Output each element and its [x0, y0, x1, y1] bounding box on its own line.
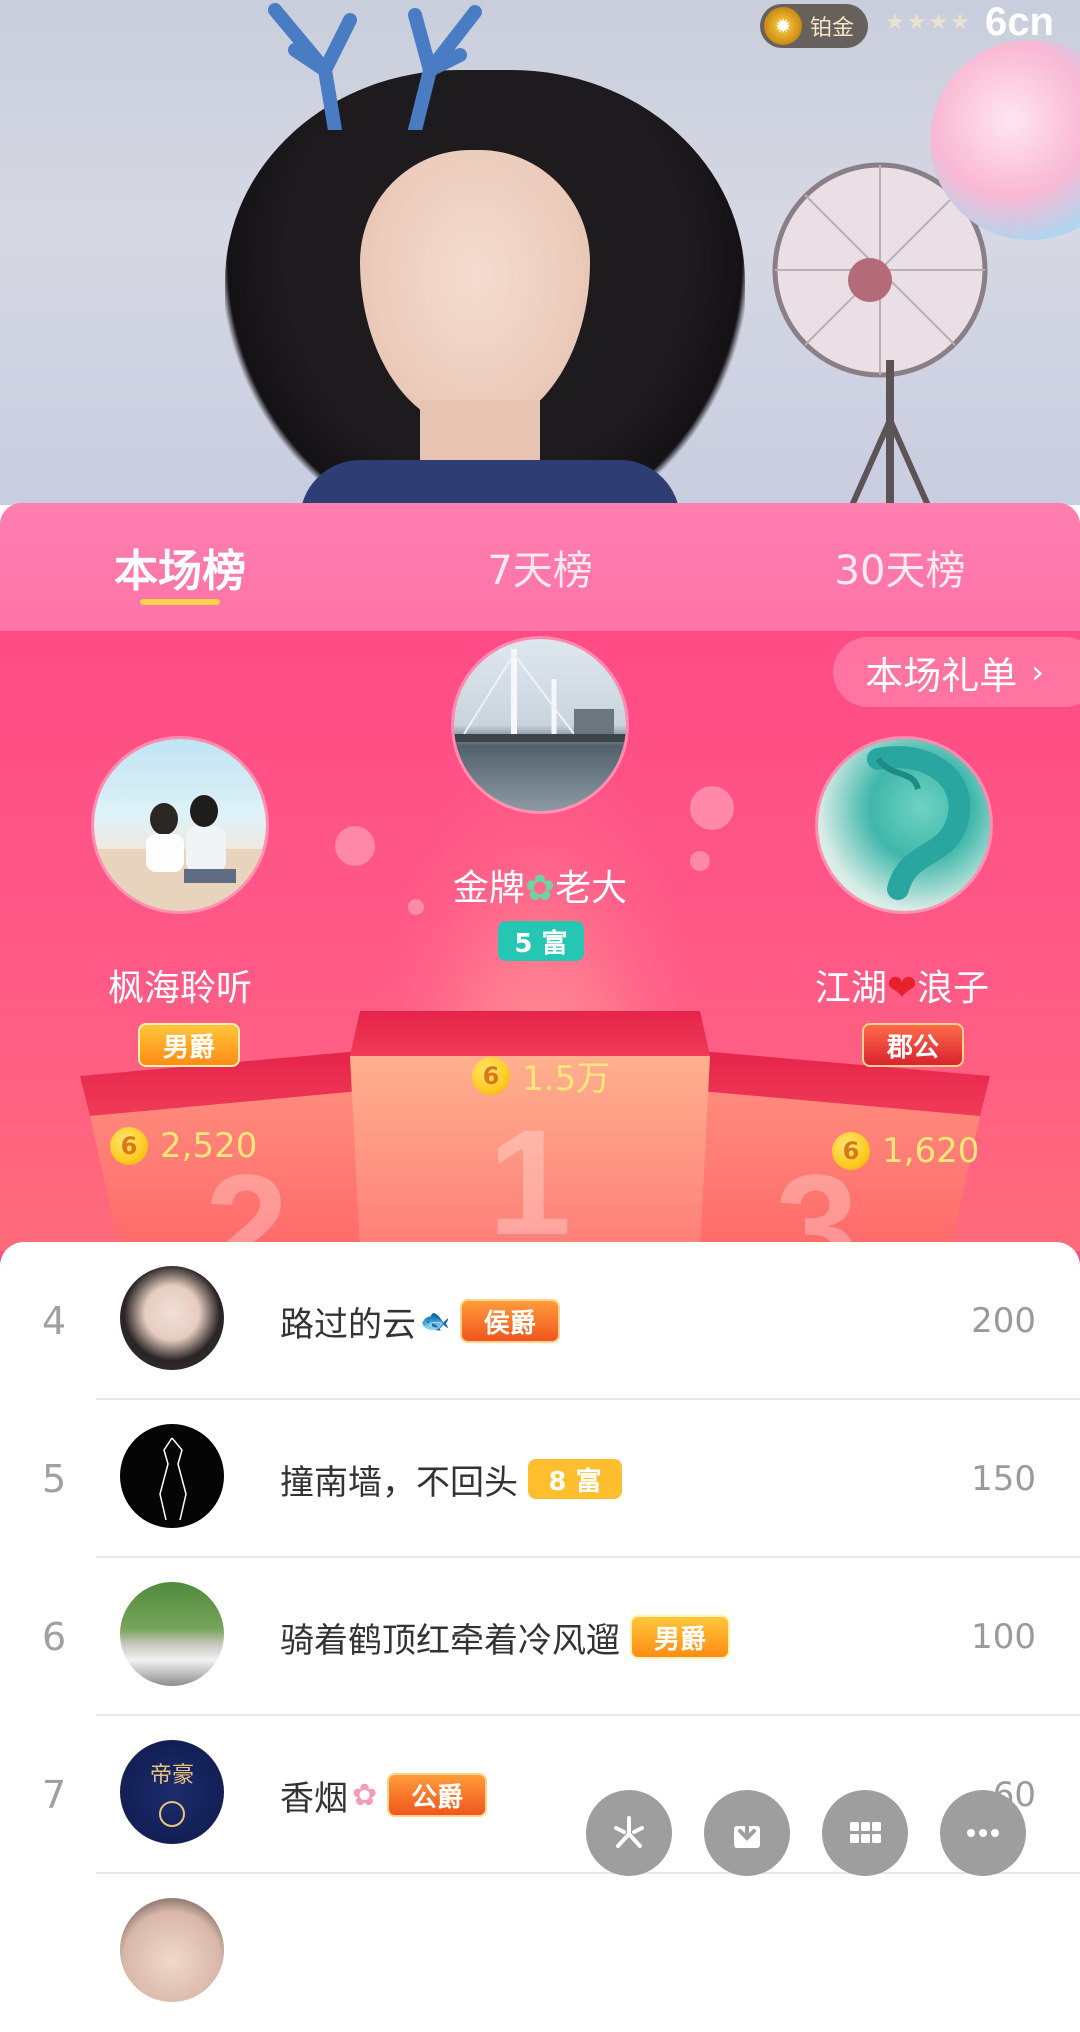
grid-icon	[850, 1822, 881, 1843]
sparkle-icon	[614, 1816, 644, 1848]
third-place-score: 6 1,620	[832, 1131, 979, 1171]
list-rank: 5	[42, 1457, 67, 1501]
medal-icon: ✹	[764, 7, 802, 45]
first-place-score: 6 1.5万	[472, 1051, 610, 1100]
coin-icon: 6	[110, 1127, 148, 1165]
list-item[interactable]: 4 路过的云 🐟 侯爵 200	[0, 1242, 1080, 1400]
list-tag: 公爵	[387, 1773, 488, 1817]
list-rank: 4	[42, 1299, 67, 1343]
list-name-text: 香烟	[280, 1778, 348, 1819]
bubble-decoration	[690, 786, 734, 830]
list-tag: 8 富	[528, 1459, 622, 1499]
third-place-score-value: 1,620	[882, 1131, 980, 1171]
coin-icon: 6	[832, 1132, 870, 1170]
download-button[interactable]	[704, 1790, 790, 1876]
third-name-part: 江湖	[814, 968, 887, 1009]
list-name: 撞南墙，不回头 8 富	[280, 1400, 622, 1558]
avatar[interactable]	[120, 1266, 224, 1370]
second-place-avatar[interactable]	[94, 739, 266, 911]
second-place-score-value: 2,520	[160, 1126, 258, 1166]
more-button[interactable]	[940, 1790, 1026, 1876]
first-name-suffix: 老大	[555, 868, 628, 909]
list-tag: 侯爵	[459, 1299, 560, 1343]
streamer-level-badge[interactable]: ✹ 铂金	[760, 4, 869, 48]
ranking-list[interactable]: 4 路过的云 🐟 侯爵 200 5 撞南墙，不回头 8 富 150 6 骑着鹤顶…	[0, 1242, 1080, 2002]
silhouette-icon	[159, 1437, 187, 1521]
grid-button[interactable]	[822, 1790, 908, 1876]
avatar[interactable]	[120, 1898, 224, 2002]
list-tag: 男爵	[630, 1615, 730, 1659]
heart-icon: ❤	[886, 968, 918, 1009]
bubble-decoration	[690, 851, 710, 871]
avatar[interactable]	[120, 1424, 224, 1528]
live-video[interactable]: ✹ 铂金 ★★★★ 6cn	[0, 0, 1080, 505]
coin-icon: 6	[472, 1056, 510, 1095]
brand-logo-icon: 帝豪	[150, 1763, 194, 1827]
list-item[interactable]: 6 骑着鹤顶红牵着冷风遛 男爵 100	[0, 1558, 1080, 1716]
first-name-part: 金牌	[452, 868, 525, 909]
list-name-text: 路过的云	[280, 1304, 416, 1345]
list-rank: 6	[42, 1615, 67, 1659]
first-place-name: 金牌✿老大	[400, 859, 680, 911]
list-item[interactable]: 5 撞南墙，不回头 8 富 150	[0, 1400, 1080, 1558]
list-name-text: 骑着鹤顶红牵着冷风遛	[280, 1620, 620, 1661]
tab-this-show[interactable]: 本场榜	[0, 503, 360, 631]
podium-area: 本场礼单 › 2 1 3 金牌✿老大 5 富 6 1.5万 枫海聆听 男爵 6 …	[0, 631, 1080, 1311]
level-stars-icon: ★★★★	[885, 10, 972, 35]
gift-list-button[interactable]: 本场礼单 ›	[833, 637, 1080, 707]
chevron-right-icon: ›	[1031, 653, 1044, 691]
tab-30-days[interactable]: 30天榜	[720, 503, 1080, 631]
list-score: 100	[971, 1617, 1036, 1657]
more-icon	[967, 1829, 999, 1837]
avatar[interactable]: 帝豪	[120, 1740, 224, 1844]
svg-text:帝豪: 帝豪	[150, 1763, 194, 1788]
third-name-suffix: 浪子	[917, 968, 990, 1009]
avatar[interactable]	[120, 1582, 224, 1686]
level-label: 铂金	[810, 16, 855, 41]
list-name: 路过的云 🐟 侯爵	[280, 1242, 560, 1400]
ranking-tabs: 本场榜 7天榜 30天榜	[0, 503, 1080, 631]
streamer-shirt	[300, 460, 680, 505]
list-name: 香烟 ✿ 公爵	[280, 1716, 488, 1874]
list-rank: 7	[42, 1773, 67, 1817]
fish-icon: 🐟	[420, 1307, 450, 1335]
tab-7-days[interactable]: 7天榜	[360, 503, 720, 631]
list-item[interactable]	[0, 1874, 1080, 2032]
second-place-score: 6 2,520	[110, 1126, 257, 1166]
list-score: 150	[971, 1459, 1036, 1499]
first-place-tag: 5 富	[498, 921, 584, 961]
third-place-tag: 郡公	[862, 1023, 964, 1067]
third-place-avatar[interactable]	[818, 739, 990, 911]
second-place-name: 枫海聆听	[107, 968, 252, 1009]
bridge-photo-icon	[454, 649, 626, 742]
couple-photo-icon	[94, 795, 266, 911]
gift-list-label: 本场礼单	[865, 653, 1018, 698]
list-name-text: 撞南墙，不回头	[280, 1462, 518, 1503]
list-name: 骑着鹤顶红牵着冷风遛 男爵	[280, 1558, 730, 1716]
antler-headband-icon	[268, 3, 482, 130]
list-item[interactable]: 7 帝豪 香烟 ✿ 公爵 60	[0, 1716, 1080, 1874]
download-icon	[734, 1814, 760, 1848]
sakura-icon: ✿	[352, 1777, 378, 1813]
third-place-name: 江湖❤浪子	[762, 959, 1042, 1011]
sparkle-button[interactable]	[586, 1790, 672, 1876]
medal-ribbon-icon: ✿	[524, 868, 556, 909]
bubble-decoration	[335, 826, 375, 866]
first-place-score-value: 1.5万	[522, 1059, 611, 1099]
first-place-avatar[interactable]	[454, 639, 626, 811]
list-score: 200	[971, 1301, 1036, 1341]
dragon-photo-icon	[867, 746, 971, 900]
app-logo: 6cn	[985, 0, 1054, 44]
second-place-tag: 男爵	[138, 1023, 240, 1067]
